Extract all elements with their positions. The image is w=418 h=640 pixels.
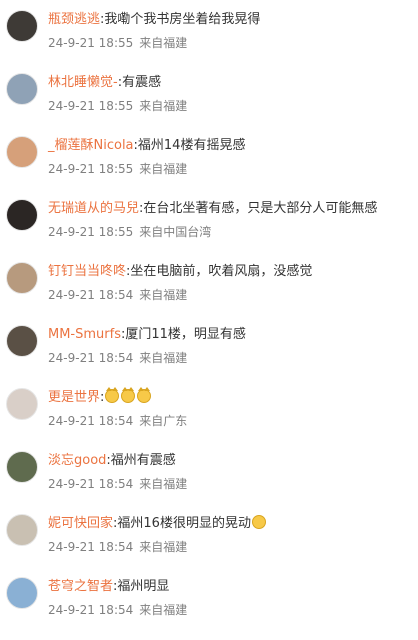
cat-face-icon xyxy=(105,387,120,403)
comment-time: 18:54 xyxy=(98,414,134,428)
username-link[interactable]: 苍穹之智者 xyxy=(48,579,113,594)
comment-body: :福州16楼很明显的晃动 xyxy=(113,516,251,531)
comment-text: 林北睡懒觉-:有震感 xyxy=(48,74,408,92)
crying-face-icon xyxy=(251,515,266,529)
comment-meta: 24-9-21 18:54 来自福建 xyxy=(48,287,187,303)
comment-location: 来自广东 xyxy=(139,414,188,428)
comment-meta: 24-9-21 18:54 来自福建 xyxy=(48,476,187,492)
avatar[interactable] xyxy=(6,514,38,546)
avatar[interactable] xyxy=(6,136,38,168)
comment-body: :福州14楼有摇晃感 xyxy=(133,138,246,153)
comment-date: 24-9-21 xyxy=(48,36,95,50)
comment-date: 24-9-21 xyxy=(48,540,95,554)
comment-time: 18:55 xyxy=(98,162,134,176)
comment-body: :我嘞个我书房坐着给我晃得 xyxy=(100,12,261,27)
comment-item: 瓶颈逃逃:我嘞个我书房坐着给我晃得 24-9-21 18:55 来自福建 xyxy=(0,10,418,73)
cat-face-icon xyxy=(137,387,152,403)
comment-item: MM-Smurfs:厦门11楼，明显有感 24-9-21 18:54 来自福建 xyxy=(0,325,418,388)
comment-date: 24-9-21 xyxy=(48,288,95,302)
comment-body: : xyxy=(100,390,105,405)
comment-location: 来自中国台湾 xyxy=(139,225,212,239)
username-link[interactable]: 淡忘good xyxy=(48,453,106,468)
comment-location: 来自福建 xyxy=(139,540,188,554)
comment-location: 来自福建 xyxy=(139,477,188,491)
comment-text: 钉钉当当咚咚:坐在电脑前，吹着风扇，没感觉 xyxy=(48,263,408,281)
comment-item: 林北睡懒觉-:有震感 24-9-21 18:55 来自福建 xyxy=(0,73,418,136)
comment-body: :福州有震感 xyxy=(106,453,176,468)
comment-location: 来自福建 xyxy=(139,603,188,617)
username-link[interactable]: 无瑞道从的马兒 xyxy=(48,201,139,216)
comment-text: 苍穹之智者:福州明显 xyxy=(48,578,408,596)
comment-text: 更是世界: xyxy=(48,387,408,407)
comment-meta: 24-9-21 18:55 来自福建 xyxy=(48,35,187,51)
username-link[interactable]: 林北睡懒觉- xyxy=(48,75,118,90)
comment-date: 24-9-21 xyxy=(48,414,95,428)
comment-list: 瓶颈逃逃:我嘞个我书房坐着给我晃得 24-9-21 18:55 来自福建 林北睡懒… xyxy=(0,0,418,640)
comment-date: 24-9-21 xyxy=(48,99,95,113)
comment-text: 瓶颈逃逃:我嘞个我书房坐着给我晃得 xyxy=(48,11,408,29)
comment-item: 苍穹之智者:福州明显 24-9-21 18:54 来自福建 xyxy=(0,577,418,640)
comment-time: 18:54 xyxy=(98,288,134,302)
comment-text: 淡忘good:福州有震感 xyxy=(48,452,408,470)
comment-item: 更是世界: 24-9-21 18:54 来自广东 xyxy=(0,387,418,451)
username-link[interactable]: _榴莲酥Nicola xyxy=(48,138,134,153)
comment-meta: 24-9-21 18:55 来自福建 xyxy=(48,161,187,177)
username-link[interactable]: 钉钉当当咚咚 xyxy=(48,264,126,279)
avatar[interactable] xyxy=(6,10,38,42)
comment-meta: 24-9-21 18:54 来自福建 xyxy=(48,350,187,366)
comment-meta: 24-9-21 18:55 来自福建 xyxy=(48,98,187,114)
comment-text: 妮可快回家:福州16楼很明显的晃动 xyxy=(48,515,408,533)
avatar[interactable] xyxy=(6,199,38,231)
comment-date: 24-9-21 xyxy=(48,162,95,176)
comment-time: 18:55 xyxy=(98,99,134,113)
comment-time: 18:54 xyxy=(98,477,134,491)
comment-time: 18:54 xyxy=(98,540,134,554)
comment-time: 18:55 xyxy=(98,225,134,239)
comment-date: 24-9-21 xyxy=(48,477,95,491)
comment-location: 来自福建 xyxy=(139,36,188,50)
comment-meta: 24-9-21 18:54 来自福建 xyxy=(48,602,187,618)
comment-meta: 24-9-21 18:54 来自福建 xyxy=(48,539,187,555)
comment-time: 18:54 xyxy=(98,351,134,365)
username-link[interactable]: 瓶颈逃逃 xyxy=(48,12,100,27)
comment-text: _榴莲酥Nicola:福州14楼有摇晃感 xyxy=(48,137,408,155)
username-link[interactable]: 妮可快回家 xyxy=(48,516,113,531)
comment-date: 24-9-21 xyxy=(48,351,95,365)
comment-location: 来自福建 xyxy=(139,162,188,176)
comment-body: :在台北坐著有感，只是大部分人可能無感 xyxy=(139,201,378,216)
cat-face-icon xyxy=(121,387,136,403)
comment-body: :坐在电脑前，吹着风扇，没感觉 xyxy=(126,264,313,279)
comment-text: MM-Smurfs:厦门11楼，明显有感 xyxy=(48,326,408,344)
comment-date: 24-9-21 xyxy=(48,603,95,617)
comment-location: 来自福建 xyxy=(139,288,188,302)
comment-location: 来自福建 xyxy=(139,351,188,365)
comment-item: _榴莲酥Nicola:福州14楼有摇晃感 24-9-21 18:55 来自福建 xyxy=(0,136,418,199)
comment-body: :福州明显 xyxy=(113,579,170,594)
comment-time: 18:54 xyxy=(98,603,134,617)
comment-date: 24-9-21 xyxy=(48,225,95,239)
avatar[interactable] xyxy=(6,451,38,483)
avatar[interactable] xyxy=(6,262,38,294)
comment-meta: 24-9-21 18:54 来自广东 xyxy=(48,413,187,429)
comment-item: 淡忘good:福州有震感 24-9-21 18:54 来自福建 xyxy=(0,451,418,514)
comment-item: 无瑞道从的马兒:在台北坐著有感，只是大部分人可能無感 24-9-21 18:55… xyxy=(0,199,418,262)
comment-time: 18:55 xyxy=(98,36,134,50)
comment-body: :厦门11楼，明显有感 xyxy=(120,327,246,342)
avatar[interactable] xyxy=(6,388,38,420)
comment-item: 妮可快回家:福州16楼很明显的晃动 24-9-21 18:54 来自福建 xyxy=(0,514,418,577)
username-link[interactable]: MM-Smurfs xyxy=(48,327,121,342)
comment-body: :有震感 xyxy=(117,75,162,90)
comment-meta: 24-9-21 18:55 来自中国台湾 xyxy=(48,224,211,240)
username-link[interactable]: 更是世界 xyxy=(48,390,100,405)
comment-location: 来自福建 xyxy=(139,99,188,113)
comment-item: 钉钉当当咚咚:坐在电脑前，吹着风扇，没感觉 24-9-21 18:54 来自福建 xyxy=(0,262,418,325)
avatar[interactable] xyxy=(6,325,38,357)
avatar[interactable] xyxy=(6,73,38,105)
comment-text: 无瑞道从的马兒:在台北坐著有感，只是大部分人可能無感 xyxy=(48,200,408,218)
avatar[interactable] xyxy=(6,577,38,609)
